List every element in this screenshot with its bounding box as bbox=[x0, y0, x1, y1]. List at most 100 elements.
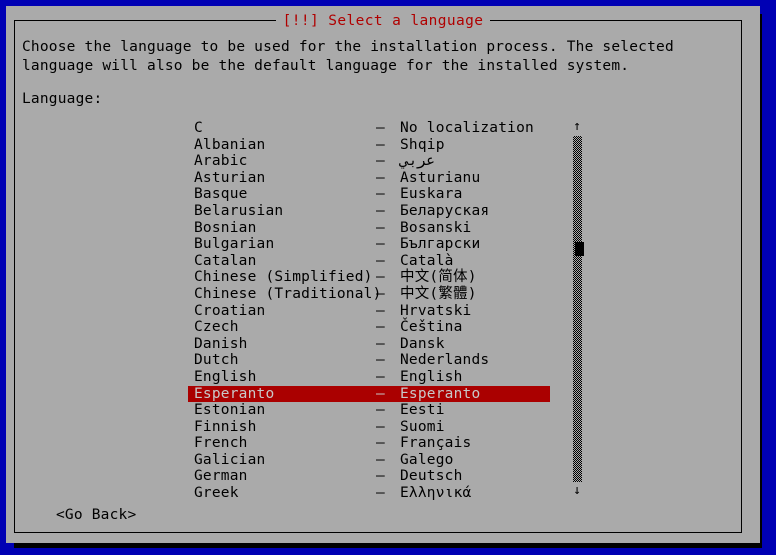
language-name-native: 中文(简体) bbox=[400, 269, 477, 286]
language-name-native: Беларуская bbox=[400, 202, 490, 219]
language-name-english: French bbox=[194, 435, 248, 452]
language-name-native: Galego bbox=[400, 451, 454, 468]
language-list-item[interactable]: Greek – Ελληνικά bbox=[188, 485, 578, 502]
language-name-native: Shqip bbox=[400, 136, 445, 153]
language-name-english: Belarusian bbox=[194, 202, 284, 219]
language-separator: – bbox=[376, 202, 385, 219]
language-name-native: Bosanski bbox=[400, 219, 472, 236]
language-name-native: 中文(繁體) bbox=[400, 285, 477, 302]
language-list-item[interactable]: Esperanto – Esperanto bbox=[188, 385, 550, 403]
language-separator: – bbox=[376, 352, 385, 369]
language-name-english: Galician bbox=[194, 451, 266, 468]
language-name-english: Esperanto bbox=[194, 385, 275, 402]
language-name-native: Français bbox=[400, 435, 472, 452]
language-separator: – bbox=[376, 120, 385, 136]
language-list-item[interactable]: Czech – Čeština bbox=[188, 319, 578, 336]
language-name-native: Suomi bbox=[400, 418, 445, 435]
language-name-english: Danish bbox=[194, 335, 248, 352]
language-separator: – bbox=[376, 269, 385, 286]
language-name-native: Dansk bbox=[400, 335, 445, 352]
language-separator: – bbox=[376, 136, 385, 153]
language-separator: – bbox=[376, 285, 385, 302]
language-list-item[interactable]: Estonian – Eesti bbox=[188, 402, 578, 419]
language-separator: – bbox=[376, 468, 385, 485]
scroll-up-arrow-icon[interactable]: ↑ bbox=[571, 120, 583, 134]
language-name-native: Esperanto bbox=[400, 385, 481, 402]
language-name-english: Croatian bbox=[194, 302, 266, 319]
language-list-item[interactable]: Dutch – Nederlands bbox=[188, 352, 578, 369]
language-list[interactable]: C – No localization Albanian – Shqip Arabic – عر… bbox=[188, 120, 578, 502]
language-list-item[interactable]: Bulgarian – Български bbox=[188, 236, 578, 253]
language-separator: – bbox=[376, 153, 385, 170]
language-name-native: Català bbox=[400, 252, 454, 269]
language-list-item[interactable]: Arabic – عربي bbox=[188, 153, 578, 170]
language-list-item[interactable]: Basque – Euskara bbox=[188, 186, 578, 203]
scrollbar-thumb[interactable] bbox=[575, 242, 584, 256]
language-name-english: Basque bbox=[194, 186, 248, 203]
language-list-item[interactable]: Asturian – Asturianu bbox=[188, 170, 578, 187]
language-list-item[interactable]: Bosnian – Bosanski bbox=[188, 220, 578, 237]
language-name-english: English bbox=[194, 368, 257, 385]
language-name-native: Deutsch bbox=[400, 468, 463, 485]
language-name-native: English bbox=[400, 368, 463, 385]
language-separator: – bbox=[376, 435, 385, 452]
language-list-item[interactable]: French – Français bbox=[188, 435, 578, 452]
language-list-item[interactable]: Belarusian – Беларуская bbox=[188, 203, 578, 220]
language-field-label: Language: bbox=[22, 91, 103, 107]
language-separator: – bbox=[376, 219, 385, 236]
language-name-english: Catalan bbox=[194, 252, 257, 269]
language-name-english: Greek bbox=[194, 485, 239, 502]
language-separator: – bbox=[376, 385, 385, 402]
go-back-button[interactable]: <Go Back> bbox=[56, 506, 136, 524]
language-separator: – bbox=[376, 418, 385, 435]
language-name-english: Bulgarian bbox=[194, 236, 275, 253]
scroll-down-arrow-icon[interactable]: ↓ bbox=[571, 484, 583, 498]
language-separator: – bbox=[376, 302, 385, 319]
language-list-scrollbar[interactable]: ↑ ↓ bbox=[571, 120, 584, 498]
language-separator: – bbox=[376, 236, 385, 253]
language-name-english: Asturian bbox=[194, 169, 266, 186]
language-separator: – bbox=[376, 186, 385, 203]
language-name-english: Finnish bbox=[194, 418, 257, 435]
language-name-english: Estonian bbox=[194, 402, 266, 419]
language-name-english: Dutch bbox=[194, 352, 239, 369]
language-name-english: C bbox=[194, 120, 203, 136]
language-list-item[interactable]: Chinese (Traditional) – 中文(繁體) bbox=[188, 286, 578, 303]
language-name-english: Arabic bbox=[194, 153, 248, 170]
language-separator: – bbox=[376, 252, 385, 269]
installer-screen: [!!] Select a language Choose the langua… bbox=[0, 0, 776, 555]
language-list-item[interactable]: C – No localization bbox=[188, 120, 578, 137]
language-name-native: No localization bbox=[400, 120, 534, 136]
language-name-english: Czech bbox=[194, 319, 239, 336]
language-list-item[interactable]: Finnish – Suomi bbox=[188, 419, 578, 436]
language-separator: – bbox=[376, 319, 385, 336]
language-name-english: Chinese (Simplified) bbox=[194, 269, 373, 286]
language-list-item[interactable]: Chinese (Simplified) – 中文(简体) bbox=[188, 269, 578, 286]
language-name-native: Eesti bbox=[400, 402, 445, 419]
language-separator: – bbox=[376, 402, 385, 419]
language-list-item[interactable]: Galician – Galego bbox=[188, 452, 578, 469]
language-separator: – bbox=[376, 335, 385, 352]
scrollbar-track[interactable] bbox=[573, 136, 584, 482]
language-separator: – bbox=[376, 485, 385, 502]
language-list-item[interactable]: Croatian – Hrvatski bbox=[188, 303, 578, 320]
language-name-english: German bbox=[194, 468, 248, 485]
language-separator: – bbox=[376, 368, 385, 385]
language-name-native: Asturianu bbox=[400, 169, 481, 186]
language-list-item[interactable]: English – English bbox=[188, 369, 578, 386]
language-name-english: Chinese (Traditional) bbox=[194, 285, 382, 302]
select-language-dialog: [!!] Select a language Choose the langua… bbox=[6, 6, 760, 543]
language-list-item[interactable]: Catalan – Català bbox=[188, 253, 578, 270]
language-name-english: Albanian bbox=[194, 136, 266, 153]
language-list-item[interactable]: German – Deutsch bbox=[188, 468, 578, 485]
language-list-item[interactable]: Albanian – Shqip bbox=[188, 137, 578, 154]
prompt-text: Choose the language to be used for the i… bbox=[22, 39, 683, 74]
language-name-native: Hrvatski bbox=[400, 302, 472, 319]
language-list-item[interactable]: Danish – Dansk bbox=[188, 336, 578, 353]
language-name-native: Euskara bbox=[400, 186, 463, 203]
language-name-native: Ελληνικά bbox=[400, 485, 472, 502]
language-name-native: Nederlands bbox=[400, 352, 490, 369]
language-name-native: Български bbox=[400, 236, 481, 253]
language-name-native: Čeština bbox=[400, 319, 463, 336]
language-separator: – bbox=[376, 169, 385, 186]
